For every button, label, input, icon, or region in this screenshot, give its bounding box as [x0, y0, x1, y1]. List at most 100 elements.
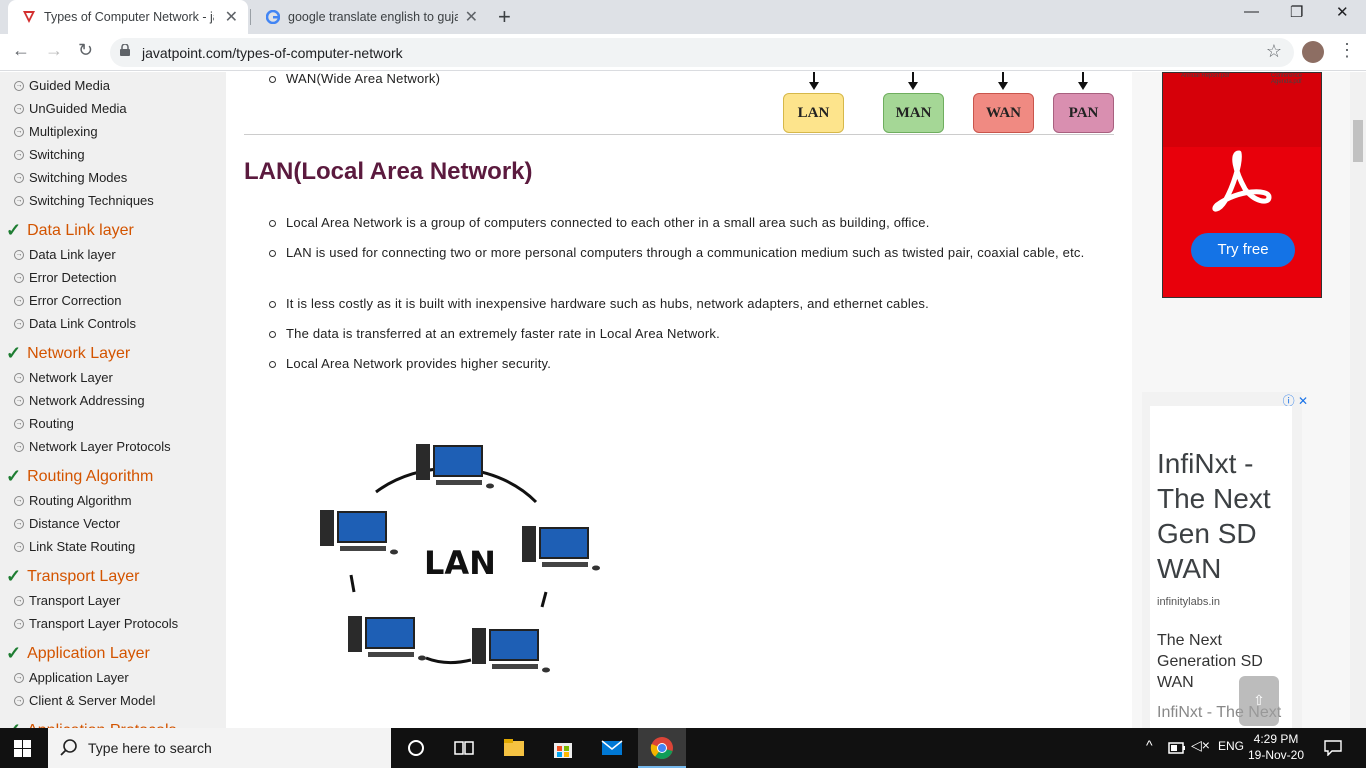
sidebar-item-label: Application Layer	[27, 644, 150, 662]
tray-chevron-icon[interactable]: ^	[1146, 737, 1153, 753]
check-icon: ✓	[6, 343, 22, 363]
volume-muted-icon[interactable]: ◁×	[1191, 737, 1210, 754]
minimize-icon[interactable]: —	[1244, 3, 1259, 20]
sidebar-item-label: Network Addressing	[29, 393, 145, 408]
store-icon[interactable]	[551, 736, 575, 760]
sidebar-item[interactable]: → Data Link Controls	[14, 316, 136, 331]
sidebar-item[interactable]: → Link State Routing	[14, 539, 135, 554]
sidebar-item[interactable]: → Network Addressing	[14, 393, 145, 408]
sidebar-item-label: Client & Server Model	[29, 693, 156, 708]
arrow-bullet-icon: →	[14, 495, 24, 506]
tab-title: Types of Computer Network - jav	[44, 10, 214, 24]
sidebar-item[interactable]: → Data Link layer	[14, 247, 116, 262]
arrow-bullet-icon: →	[14, 295, 24, 306]
windows-start-icon[interactable]	[14, 740, 31, 757]
sidebar-item[interactable]: → Routing Algorithm	[14, 493, 132, 508]
reload-icon[interactable]: ↻	[78, 40, 93, 61]
forward-icon[interactable]: →	[45, 40, 63, 61]
arrowhead-icon	[809, 82, 819, 90]
ad-headline[interactable]: InfiNxt - The Next Gen SD WAN	[1157, 446, 1291, 586]
scroll-to-top-button[interactable]: ⇧	[1239, 676, 1279, 726]
clock-date: 19-Nov-20	[1248, 748, 1305, 762]
arrowhead-icon	[908, 82, 918, 90]
diagram-box-wan: WAN	[973, 93, 1034, 133]
sidebar-item[interactable]: → Guided Media	[14, 78, 110, 93]
language-indicator[interactable]: ENG	[1218, 739, 1244, 753]
ring-arc	[540, 591, 548, 608]
window-close-icon[interactable]: ✕	[1336, 3, 1349, 21]
sidebar-section-heading[interactable]: ✓ Routing Algorithm	[6, 466, 153, 487]
chrome-taskbar-button[interactable]	[638, 728, 686, 768]
diagram-box-lan: LAN	[783, 93, 844, 133]
taskbar-search-input[interactable]: Type here to search	[48, 728, 391, 768]
new-tab-icon[interactable]: +	[498, 4, 511, 30]
sidebar-item[interactable]: → Network Layer Protocols	[14, 439, 171, 454]
sidebar-item-label: Error Correction	[29, 293, 122, 308]
back-icon[interactable]: ←	[12, 40, 30, 61]
scrollbar-thumb[interactable]	[1353, 120, 1363, 162]
adobe-ad[interactable]: Annual Report.pdf Conference Agenda.pdf …	[1162, 72, 1322, 298]
lock-icon	[120, 44, 130, 56]
tab-close-icon[interactable]: ✕	[465, 7, 478, 27]
browser-menu-icon[interactable]: ⋮	[1338, 40, 1356, 61]
try-free-button[interactable]: Try free	[1191, 233, 1295, 267]
sidebar-item[interactable]: → Transport Layer Protocols	[14, 616, 178, 631]
sidebar-item[interactable]: → Routing	[14, 416, 74, 431]
arrow-bullet-icon: →	[14, 395, 24, 406]
url-text[interactable]: javatpoint.com/types-of-computer-network	[142, 45, 403, 61]
sidebar-item[interactable]: → Client & Server Model	[14, 693, 155, 708]
sidebar-item[interactable]: → Switching	[14, 147, 85, 162]
sidebar-section-heading[interactable]: ✓ Transport Layer	[6, 566, 139, 587]
sidebar-item-label: Multiplexing	[29, 124, 98, 139]
check-icon: ✓	[6, 220, 22, 240]
sidebar-section-heading[interactable]: ✓ Application Layer	[6, 643, 150, 664]
page-scrollbar[interactable]	[1350, 72, 1366, 728]
clock[interactable]: 4:29 PM 19-Nov-20	[1248, 731, 1304, 763]
sidebar-item-label: Network Layer Protocols	[29, 439, 171, 454]
sidebar-section-heading[interactable]: ✓Application Protocols	[6, 720, 177, 728]
arrow-bullet-icon: →	[14, 695, 24, 706]
notifications-icon[interactable]	[1324, 740, 1342, 756]
arrow-bullet-icon: →	[14, 672, 24, 683]
mail-icon[interactable]	[600, 736, 624, 760]
tab-javatpoint[interactable]: Types of Computer Network - jav ✕	[8, 0, 248, 34]
tab-google-translate[interactable]: google translate english to gujar ✕	[252, 0, 488, 34]
profile-avatar[interactable]	[1302, 41, 1324, 63]
sidebar-item[interactable]: → UnGuided Media	[14, 101, 127, 116]
sidebar-item-label: Distance Vector	[29, 516, 121, 531]
sidebar-item[interactable]: → Transport Layer	[14, 593, 120, 608]
list-item: Local Area Network is a group of compute…	[269, 212, 1106, 233]
diagram-box-man: MAN	[883, 93, 944, 133]
acrobat-logo-icon	[1212, 150, 1272, 212]
address-bar[interactable]: javatpoint.com/types-of-computer-network…	[110, 38, 1294, 67]
check-icon: ✓	[6, 466, 22, 486]
battery-icon[interactable]	[1168, 742, 1186, 754]
computer-icon	[348, 616, 426, 661]
windows-taskbar: Type here to search ^ ◁× ENG 4:29 PM 19-…	[0, 728, 1366, 768]
sidebar-item[interactable]: → Distance Vector	[14, 516, 120, 531]
sidebar-item[interactable]: → Switching Techniques	[14, 193, 154, 208]
ad-column: Annual Report.pdf Conference Agenda.pdf …	[1132, 72, 1350, 736]
sidebar-item-label: Link State Routing	[29, 539, 136, 554]
sidebar-section-heading[interactable]: ✓ Network Layer	[6, 343, 130, 364]
restore-icon[interactable]: ❐	[1290, 3, 1303, 21]
list-item: LAN is used for connecting two or more p…	[269, 242, 1106, 263]
sidebar-item-label: Transport Layer	[29, 593, 121, 608]
sidebar-item[interactable]: → Error Detection	[14, 270, 116, 285]
bookmark-star-icon[interactable]: ☆	[1266, 41, 1282, 62]
sidebar-item[interactable]: → Switching Modes	[14, 170, 127, 185]
tab-close-icon[interactable]: ✕	[225, 7, 238, 27]
file-explorer-icon[interactable]	[502, 736, 526, 760]
task-view-icon[interactable]	[452, 736, 476, 760]
sidebar-item-label: Routing	[29, 416, 74, 431]
sidebar-item[interactable]: → Error Correction	[14, 293, 121, 308]
sidebar-item[interactable]: → Application Layer	[14, 670, 129, 685]
clock-time: 4:29 PM	[1253, 732, 1299, 746]
sidebar-item-label: UnGuided Media	[29, 101, 127, 116]
sidebar-item[interactable]: → Network Layer	[14, 370, 113, 385]
sidebar-item[interactable]: → Multiplexing	[14, 124, 98, 139]
arrow-bullet-icon: →	[14, 126, 24, 137]
cortana-icon[interactable]	[404, 736, 428, 760]
sidebar-section-heading[interactable]: ✓ Data Link layer	[6, 220, 134, 241]
arrow-bullet-icon: →	[14, 272, 24, 283]
